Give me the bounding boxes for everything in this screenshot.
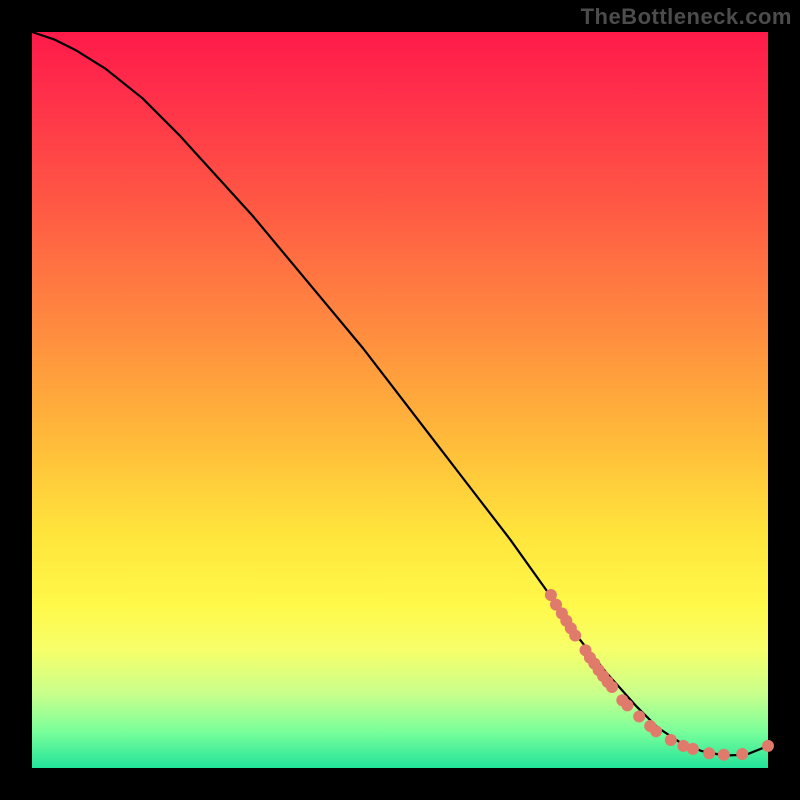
marker-dot xyxy=(762,740,774,752)
marker-dots-group xyxy=(545,589,774,761)
marker-dot xyxy=(665,734,677,746)
marker-dot xyxy=(687,743,699,755)
marker-dot xyxy=(703,747,715,759)
plot-area xyxy=(32,32,768,768)
marker-dot xyxy=(621,699,633,711)
watermark-label: TheBottleneck.com xyxy=(581,4,792,30)
marker-dot xyxy=(736,748,748,760)
chart-frame: TheBottleneck.com xyxy=(0,0,800,800)
bottleneck-curve xyxy=(32,32,768,756)
marker-dot xyxy=(718,749,730,761)
marker-dot xyxy=(633,711,645,723)
marker-dot xyxy=(606,681,618,693)
marker-dot xyxy=(650,725,662,737)
chart-svg xyxy=(32,32,768,768)
marker-dot xyxy=(569,630,581,642)
